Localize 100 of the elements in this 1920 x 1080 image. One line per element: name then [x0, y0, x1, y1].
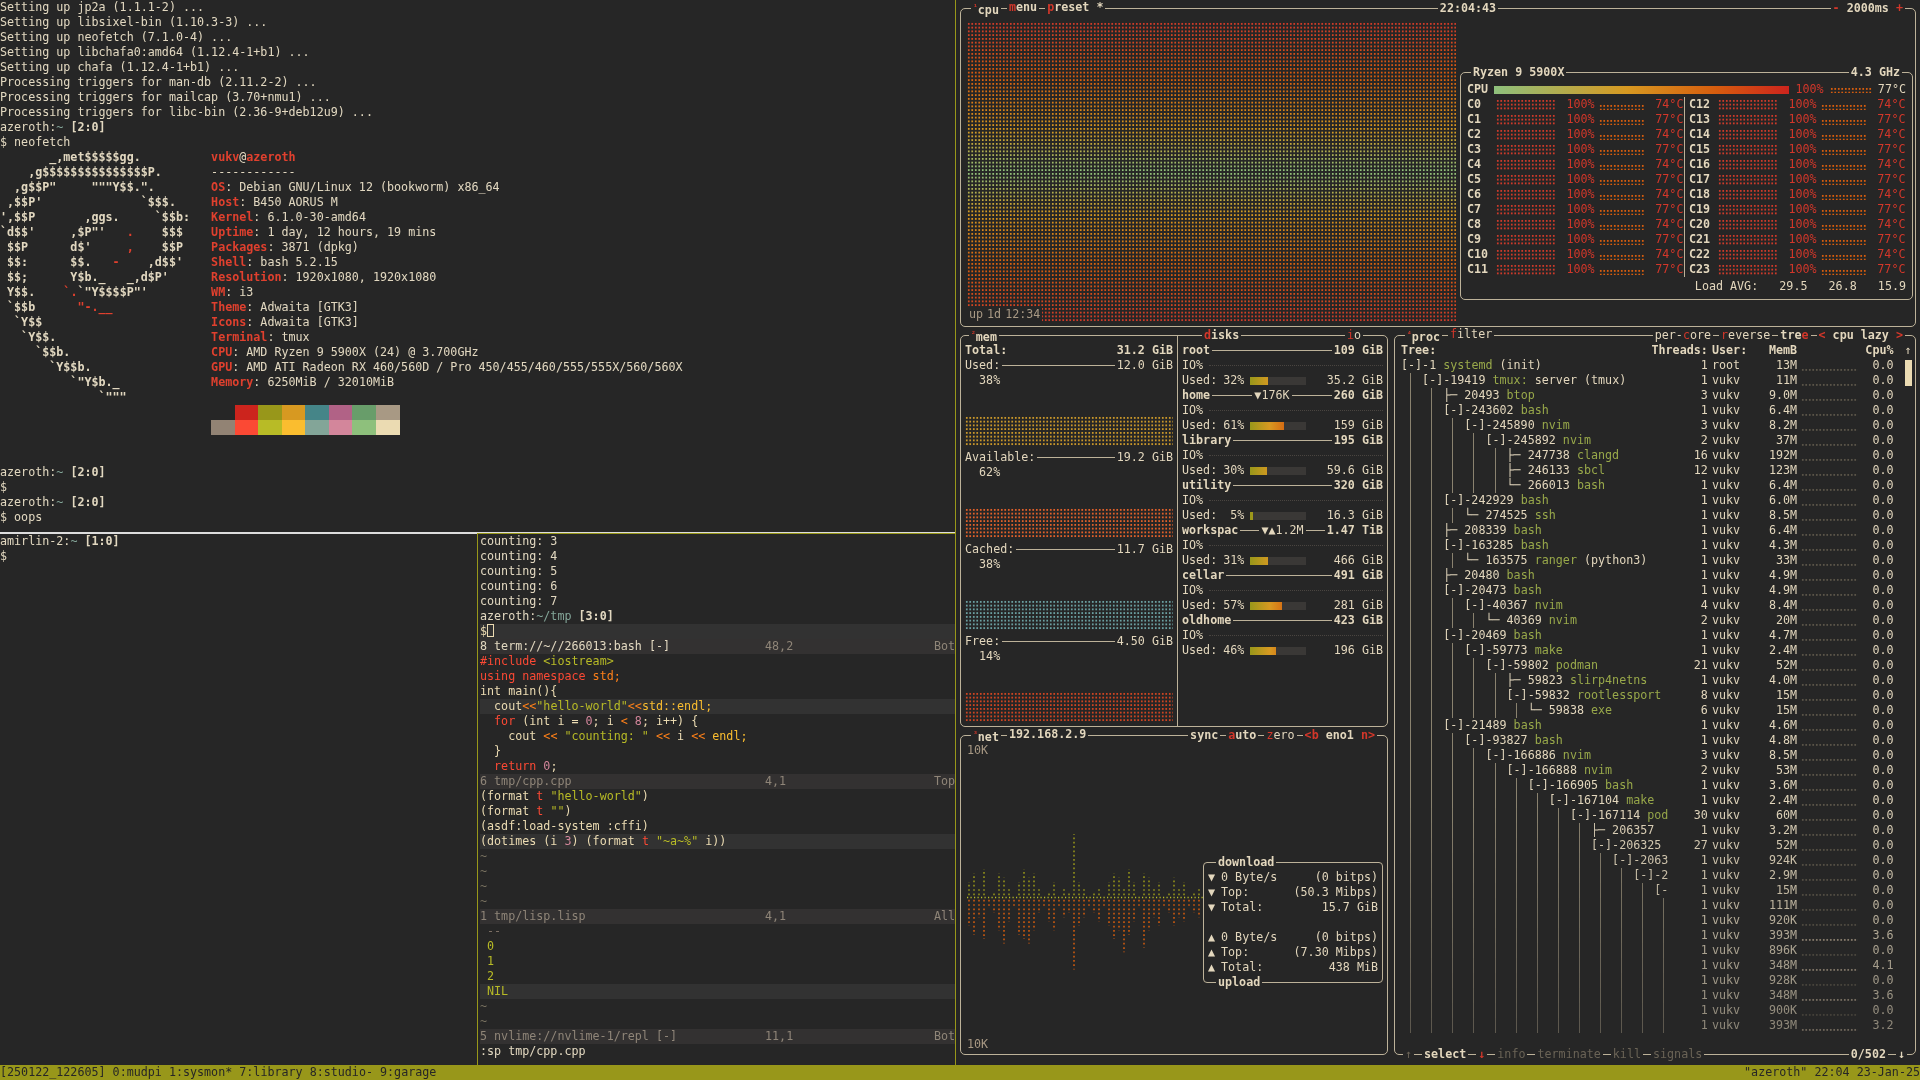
core-percent: 100% — [1565, 112, 1595, 127]
window-tab[interactable]: 0:mudpi — [112, 1065, 162, 1080]
memory-usage: 3.2M — [1767, 823, 1798, 838]
thread-count: 1 — [1699, 553, 1708, 568]
process-label[interactable]: ├─ 247738 clangd — [1506, 448, 1620, 463]
memory-percent: 14% — [979, 649, 1001, 663]
memory-usage: 60M — [1775, 808, 1798, 823]
disk-used: 16.3 GiB — [1326, 508, 1383, 523]
thread-count: 3 — [1699, 418, 1708, 433]
process-label[interactable]: ├─ 206357 — [1591, 823, 1655, 838]
command-line: :sp tmp/cpp.cpp — [480, 1044, 586, 1059]
process-label[interactable]: [-]-243602 bash — [1443, 403, 1549, 418]
process-label[interactable]: [-]-245890 nvim — [1464, 418, 1570, 433]
cpu-history-graph — [1829, 86, 1872, 93]
process-label[interactable]: [-]-163285 bash — [1443, 538, 1549, 553]
column-header[interactable]: User: — [1712, 343, 1751, 358]
window-tab[interactable]: 9:garage — [380, 1065, 437, 1080]
system-info: Memory: 6250MiB / 32010MiB — [211, 375, 395, 390]
process-label[interactable]: ├─ 208339 bash — [1443, 523, 1542, 538]
process-label[interactable]: ├─ 246133 sbcl — [1506, 463, 1606, 478]
ascii-art: _,met$$$$$gg. — [48, 150, 141, 165]
process-label[interactable]: ├─ 59823 slirp4netns — [1506, 673, 1648, 688]
cpu-sparkline — [1801, 968, 1858, 971]
core-usage-graph — [1495, 114, 1556, 125]
core-history-graph — [1598, 254, 1645, 260]
cpu-sparkline — [1801, 938, 1858, 941]
selector[interactable]: < cpu lazy > — [1816, 328, 1905, 343]
core-temperature: 77°C — [1654, 232, 1684, 247]
process-label[interactable]: [-]-2063 — [1612, 853, 1669, 868]
cpu-percent: 0.0 — [1871, 718, 1894, 733]
process-label[interactable]: ├─ 20480 bash — [1443, 568, 1535, 583]
core-temperature: 77°C — [1654, 172, 1684, 187]
process-label[interactable]: [-]-206325 — [1591, 838, 1662, 853]
core-temperature: 77°C — [1654, 202, 1684, 217]
process-label[interactable]: [-]-19419 tmux: server (tmux) — [1422, 373, 1627, 388]
disk-used: 35.2 GiB — [1326, 373, 1383, 388]
process-label[interactable]: [-]-21489 bash — [1443, 718, 1542, 733]
process-label[interactable]: [-]-167114 pod — [1569, 808, 1669, 823]
memory-usage: 4.9M — [1767, 568, 1798, 583]
core-temperature: 77°C — [1654, 112, 1684, 127]
process-label[interactable]: [-]-167104 make — [1548, 793, 1655, 808]
scroll-up-icon[interactable]: ↑ — [1904, 343, 1912, 358]
process-label[interactable]: [-]-93827 bash — [1464, 733, 1563, 748]
core-percent: 100% — [1565, 232, 1595, 247]
process-label[interactable]: [-]-166905 bash — [1527, 778, 1634, 793]
core-label: C17 — [1689, 172, 1712, 187]
cpu-percent: 0.0 — [1871, 793, 1894, 808]
core-temperature: 77°C — [1876, 202, 1906, 217]
process-label[interactable]: [-]-20469 bash — [1443, 628, 1542, 643]
user-name: vukv — [1712, 883, 1742, 898]
process-label[interactable]: └─ 59838 exe — [1527, 703, 1613, 718]
code-line: } — [493, 744, 503, 759]
process-label[interactable]: [-]-2 — [1633, 868, 1669, 883]
process-label[interactable]: [-]-166888 nvim — [1506, 763, 1613, 778]
memory-percent: 38% — [979, 557, 1001, 571]
column-header[interactable]: Tree: — [1401, 343, 1641, 358]
process-label[interactable]: [-]-242929 bash — [1443, 493, 1549, 508]
core-usage-graph — [1717, 174, 1778, 185]
memory-usage: 11M — [1775, 373, 1798, 388]
core-temperature: 74°C — [1876, 217, 1906, 232]
process-label[interactable]: [-]-40367 nvim — [1464, 598, 1563, 613]
cpu-percent: 100% — [1795, 82, 1824, 97]
memory-usage: 4.8M — [1767, 733, 1798, 748]
scrollbar-thumb[interactable] — [1904, 360, 1912, 386]
core-usage-graph — [1717, 264, 1778, 275]
process-label[interactable]: [-]-59832 rootlessport — [1506, 688, 1662, 703]
column-header[interactable]: Threads: — [1644, 343, 1708, 358]
process-label[interactable]: [-]-166886 nvim — [1485, 748, 1591, 763]
disk-used: 196 GiB — [1333, 643, 1383, 658]
window-tab[interactable]: 7:library — [239, 1065, 303, 1080]
column-header[interactable]: Cpu% — [1861, 343, 1894, 358]
terminal-output: counting: 5 — [480, 564, 558, 579]
core-percent: 100% — [1565, 217, 1595, 232]
window-tab[interactable]: 8:studio- — [309, 1065, 373, 1080]
disk-used-percent: 30% — [1223, 463, 1245, 478]
ascii-art: `Y$$. — [20, 330, 57, 345]
cpu-sparkline — [1801, 683, 1858, 686]
io-label: IO% — [1182, 493, 1204, 508]
process-label[interactable]: [-]-59802 podman — [1485, 658, 1599, 673]
process-label[interactable]: └─ 274525 ssh — [1464, 508, 1556, 523]
memory-usage: 15M — [1775, 703, 1798, 718]
process-label[interactable]: [-]-20473 bash — [1443, 583, 1542, 598]
thread-count: 3 — [1699, 388, 1708, 403]
process-label[interactable]: [-]-245892 nvim — [1485, 433, 1591, 448]
column-header[interactable]: MemB — [1754, 343, 1798, 358]
process-label[interactable]: ├─ 20493 btop — [1443, 388, 1535, 403]
code-line: int main(){ — [480, 684, 559, 699]
process-label[interactable]: [- — [1654, 883, 1669, 898]
cursor-position: 11,1 — [765, 1029, 795, 1044]
cpu-sparkline — [1801, 863, 1858, 866]
process-label[interactable]: └─ 40369 nvim — [1485, 613, 1577, 628]
process-label[interactable]: └─ 266013 bash — [1506, 478, 1606, 493]
shell-prompt: azeroth:~ [2:0] — [0, 495, 106, 510]
process-label[interactable]: └─ 163575 ranger (python3) — [1464, 553, 1648, 568]
process-label[interactable]: [-]-59773 make — [1464, 643, 1563, 658]
shell-prompt: amirlin-2:~ [1:0] — [0, 534, 120, 549]
core-label: C3 — [1466, 142, 1483, 157]
window-tab[interactable]: 1:sysmon* — [168, 1065, 233, 1080]
user-name: vukv — [1712, 418, 1742, 433]
process-label[interactable]: [-]-1 systemd (init) — [1401, 358, 1542, 373]
